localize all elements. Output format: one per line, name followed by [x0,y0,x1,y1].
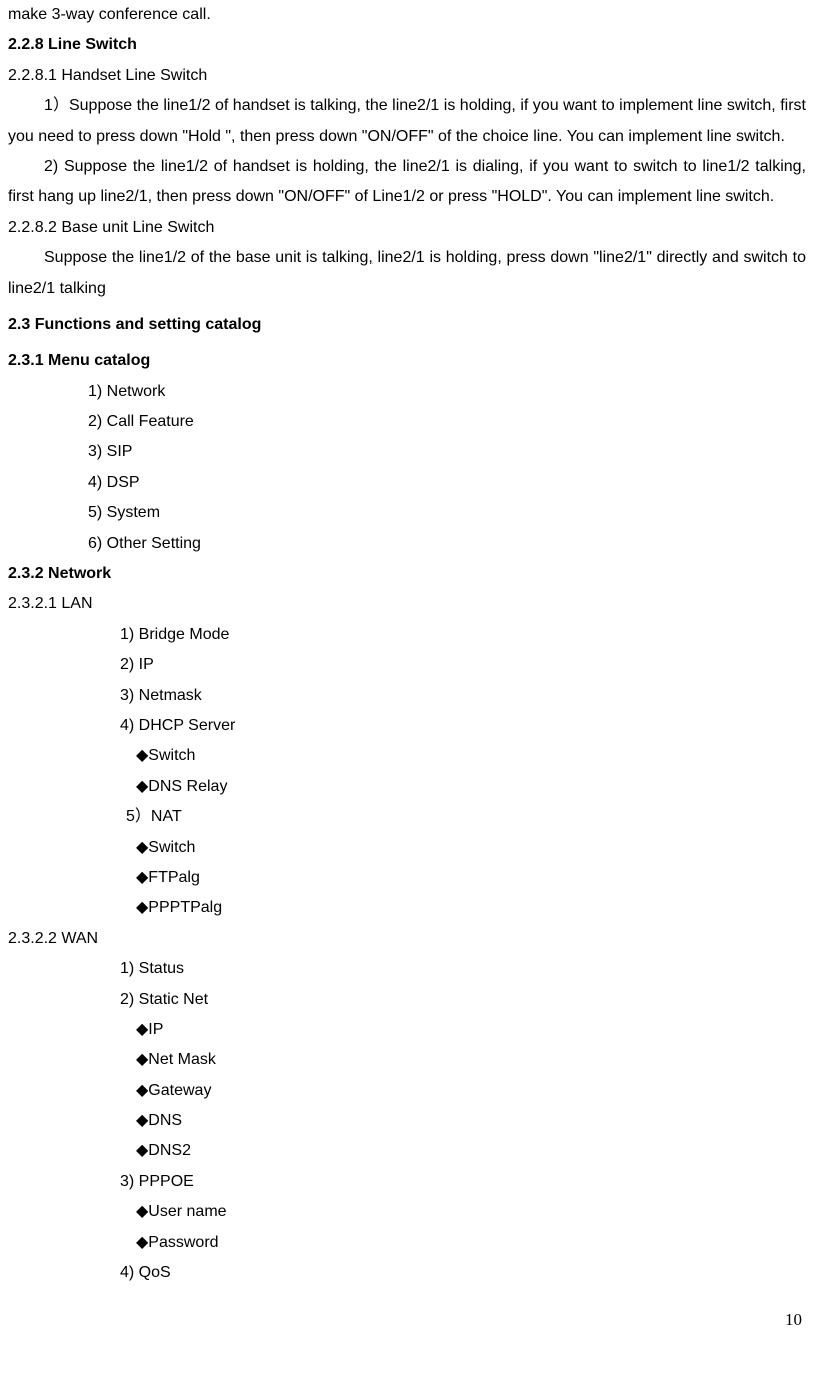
nat-heading: 5）NAT [8,802,806,832]
list-item: 2) Static Net [8,985,806,1015]
heading-2.2.8.2: 2.2.8.2 Base unit Line Switch [8,213,806,243]
menu-catalog-list: 1) Network 2) Call Feature 3) SIP 4) DSP… [8,377,806,559]
list-item: 4) DSP [8,468,806,498]
heading-2.2.8: 2.2.8 Line Switch [8,30,806,60]
page-number: 10 [8,1304,806,1336]
heading-2.3: 2.3 Functions and setting catalog [8,310,806,340]
text: Suppose the line1/2 of handset is talkin… [8,97,806,144]
list-item: ◆Switch [8,741,806,771]
list-item: ◆User name [8,1197,806,1227]
list-item: 2) IP [8,650,806,680]
heading-2.3.2: 2.3.2 Network [8,559,806,589]
list-item: 5) System [8,498,806,528]
para-2.2.8.1-2: 2) Suppose the line1/2 of handset is hol… [8,152,806,213]
pppoe-list: ◆User name ◆Password [8,1197,806,1258]
list-item: ◆IP [8,1015,806,1045]
list-item: ◆DNS2 [8,1136,806,1166]
list-item: 4) DHCP Server [8,711,806,741]
para-2.2.8.2-1: Suppose the line1/2 of the base unit is … [8,243,806,304]
wan-list: 1) Status 2) Static Net [8,954,806,1015]
list-item: 2) Call Feature [8,407,806,437]
text: Suppose the line1/2 of the base unit is … [44,249,368,266]
list-item: 1) Network [8,377,806,407]
dhcp-server-list: ◆Switch ◆DNS Relay [8,741,806,802]
list-item: ◆Switch [8,833,806,863]
pppoe-heading: 3) PPPOE [8,1167,806,1197]
document-page: make 3-way conference call. 2.2.8 Line S… [8,0,806,1337]
lan-list: 1) Bridge Mode 2) IP 3) Netmask 4) DHCP … [8,620,806,742]
heading-2.3.1: 2.3.1 Menu catalog [8,346,806,376]
qos-heading: 4) QoS [8,1258,806,1288]
list-item: 1) Bridge Mode [8,620,806,650]
list-item: ◆FTPalg [8,863,806,893]
list-item: ◆DNS [8,1106,806,1136]
heading-2.3.2.2: 2.3.2.2 WAN [8,924,806,954]
list-item: ◆DNS Relay [8,772,806,802]
heading-2.2.8.1: 2.2.8.1 Handset Line Switch [8,61,806,91]
list-item: ◆PPPTPalg [8,893,806,923]
text: ） [53,97,69,114]
intro-line: make 3-way conference call. [8,0,806,30]
list-item: 3) SIP [8,437,806,467]
para-2.2.8.1-1: 1）Suppose the line1/2 of handset is talk… [8,91,806,152]
list-item: ◆Net Mask [8,1045,806,1075]
heading-2.3.2.1: 2.3.2.1 LAN [8,589,806,619]
list-item: ◆Password [8,1228,806,1258]
list-item: 3) Netmask [8,681,806,711]
text: 1 [44,97,53,114]
nat-list: ◆Switch ◆FTPalg ◆PPPTPalg [8,833,806,924]
static-net-list: ◆IP ◆Net Mask ◆Gateway ◆DNS ◆DNS2 [8,1015,806,1167]
list-item: 1) Status [8,954,806,984]
list-item: 6) Other Setting [8,529,806,559]
list-item: ◆Gateway [8,1076,806,1106]
text: 2) Suppose the line1/2 of handset is hol… [8,158,806,205]
